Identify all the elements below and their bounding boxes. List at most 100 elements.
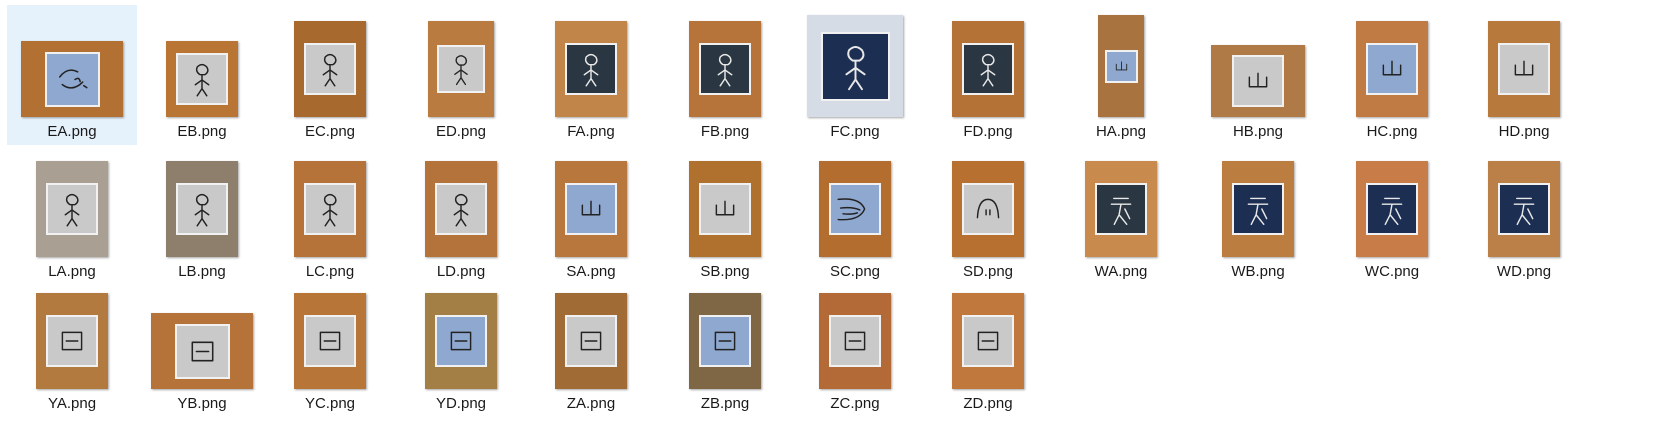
thumbnail-image[interactable] <box>294 21 366 117</box>
thumbnail-image[interactable] <box>1085 161 1157 257</box>
thumbnail-image[interactable] <box>1356 21 1428 117</box>
thumbnail-image[interactable] <box>166 161 238 257</box>
file-name-label[interactable]: ED.png <box>396 123 526 141</box>
file-item[interactable]: HB.png <box>1193 5 1323 145</box>
file-item[interactable]: ZA.png <box>526 277 656 417</box>
glyph-figure-icon <box>176 53 228 105</box>
thumbnail-image[interactable] <box>36 161 108 257</box>
thumbnail-image[interactable] <box>555 161 627 257</box>
glyph-box-icon <box>304 315 356 367</box>
file-name-label[interactable]: WC.png <box>1327 263 1457 281</box>
thumbnail-image[interactable] <box>952 293 1024 389</box>
file-name-label[interactable]: YD.png <box>396 395 526 413</box>
file-name-label[interactable]: HD.png <box>1459 123 1589 141</box>
file-item[interactable]: HD.png <box>1459 5 1589 145</box>
file-item[interactable]: FC.png <box>790 5 920 145</box>
file-item[interactable]: LB.png <box>137 145 267 285</box>
file-name-label[interactable]: HA.png <box>1056 123 1186 141</box>
glyph-tree-icon <box>1366 183 1418 235</box>
file-item[interactable]: EC.png <box>265 5 395 145</box>
thumbnail-image[interactable] <box>1356 161 1428 257</box>
file-name-label[interactable]: FA.png <box>526 123 656 141</box>
thumbnail-image[interactable] <box>555 293 627 389</box>
file-name-label[interactable]: WD.png <box>1459 263 1589 281</box>
file-name-label[interactable]: YB.png <box>137 395 267 413</box>
file-name-label[interactable]: FC.png <box>790 123 920 141</box>
thumbnail-image[interactable] <box>689 161 761 257</box>
file-item[interactable]: FB.png <box>660 5 790 145</box>
file-item[interactable]: SA.png <box>526 145 656 285</box>
thumbnail-image[interactable] <box>36 293 108 389</box>
file-item[interactable]: WB.png <box>1193 145 1323 285</box>
thumbnail-image[interactable] <box>952 21 1024 117</box>
file-item[interactable]: HA.png <box>1056 5 1186 145</box>
glyph-box-icon <box>962 315 1014 367</box>
thumbnail-image[interactable] <box>294 161 366 257</box>
glyph-box-icon <box>565 315 617 367</box>
file-name-label[interactable]: ZC.png <box>790 395 920 413</box>
file-name-label[interactable]: ZA.png <box>526 395 656 413</box>
file-item[interactable]: ZC.png <box>790 277 920 417</box>
glyph-figure-icon <box>821 32 890 101</box>
thumbnail-image[interactable] <box>428 21 494 117</box>
thumbnail-image[interactable] <box>555 21 627 117</box>
thumbnail-image[interactable] <box>1098 15 1144 117</box>
thumbnail-image[interactable] <box>425 161 497 257</box>
file-item[interactable]: LC.png <box>265 145 395 285</box>
file-item[interactable]: YC.png <box>265 277 395 417</box>
file-item[interactable]: YA.png <box>7 277 137 417</box>
file-item[interactable]: ZB.png <box>660 277 790 417</box>
file-item[interactable]: YD.png <box>396 277 526 417</box>
thumbnail-image[interactable] <box>166 41 238 117</box>
file-item[interactable]: HC.png <box>1327 5 1457 145</box>
file-item[interactable]: ZD.png <box>923 277 1053 417</box>
thumbnail-container <box>526 277 656 389</box>
file-item[interactable]: SB.png <box>660 145 790 285</box>
file-item[interactable]: EA.png <box>7 5 137 145</box>
file-item[interactable]: YB.png <box>137 277 267 417</box>
thumbnail-container <box>790 5 920 117</box>
file-item[interactable]: WA.png <box>1056 145 1186 285</box>
file-name-label[interactable]: YC.png <box>265 395 395 413</box>
file-name-label[interactable]: EB.png <box>137 123 267 141</box>
file-item[interactable]: FA.png <box>526 5 656 145</box>
file-name-label[interactable]: EA.png <box>7 123 137 141</box>
thumbnail-image[interactable] <box>1211 45 1305 117</box>
glyph-figure-icon <box>435 183 487 235</box>
thumbnail-image[interactable] <box>689 293 761 389</box>
thumbnail-container <box>137 5 267 117</box>
file-name-label[interactable]: ZB.png <box>660 395 790 413</box>
file-item[interactable]: ED.png <box>396 5 526 145</box>
thumbnail-image[interactable] <box>1222 161 1294 257</box>
file-name-label[interactable]: EC.png <box>265 123 395 141</box>
file-name-label[interactable]: FB.png <box>660 123 790 141</box>
file-item[interactable]: SD.png <box>923 145 1053 285</box>
file-name-label[interactable]: YA.png <box>7 395 137 413</box>
file-name-label[interactable]: WA.png <box>1056 263 1186 281</box>
thumbnail-image[interactable] <box>1488 161 1560 257</box>
file-item[interactable]: FD.png <box>923 5 1053 145</box>
file-item[interactable]: SC.png <box>790 145 920 285</box>
thumbnail-image[interactable] <box>952 161 1024 257</box>
thumbnail-image[interactable] <box>151 313 253 389</box>
file-name-label[interactable]: WB.png <box>1193 263 1323 281</box>
file-name-label[interactable]: HC.png <box>1327 123 1457 141</box>
file-item[interactable]: EB.png <box>137 5 267 145</box>
thumbnail-image[interactable] <box>689 21 761 117</box>
file-name-label[interactable]: FD.png <box>923 123 1053 141</box>
file-item[interactable]: LA.png <box>7 145 137 285</box>
thumbnail-image[interactable] <box>21 41 123 117</box>
thumbnail-image[interactable] <box>819 161 891 257</box>
thumbnail-image[interactable] <box>807 15 903 117</box>
thumbnail-container <box>1193 5 1323 117</box>
file-item[interactable]: WD.png <box>1459 145 1589 285</box>
file-name-label[interactable]: ZD.png <box>923 395 1053 413</box>
file-item[interactable]: WC.png <box>1327 145 1457 285</box>
thumbnail-image[interactable] <box>425 293 497 389</box>
thumbnail-image[interactable] <box>294 293 366 389</box>
thumbnail-image[interactable] <box>1488 21 1560 117</box>
thumbnail-image[interactable] <box>819 293 891 389</box>
file-name-label[interactable]: HB.png <box>1193 123 1323 141</box>
thumbnail-container <box>923 5 1053 117</box>
file-item[interactable]: LD.png <box>396 145 526 285</box>
